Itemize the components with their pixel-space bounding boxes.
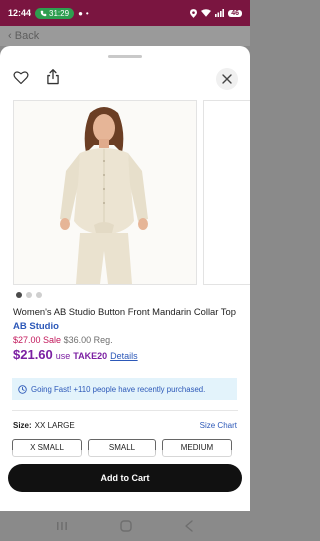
back-icon[interactable] [184, 520, 194, 532]
add-to-cart-button[interactable]: Add to Cart [8, 464, 242, 492]
carousel-dot[interactable] [26, 292, 32, 298]
size-label: Size: [13, 421, 32, 430]
phone-icon [40, 10, 47, 16]
status-icons: 46 [190, 8, 242, 18]
cta-footer: Add to Cart [0, 450, 250, 511]
share-button[interactable] [44, 68, 62, 86]
carousel-pagination [16, 292, 42, 298]
close-icon [222, 74, 232, 84]
product-quick-view-sheet: Women's AB Studio Button Front Mandarin … [0, 46, 250, 511]
promo-row: $21.60 use TAKE20 Details [13, 347, 239, 362]
size-chart-link[interactable]: Size Chart [200, 421, 237, 430]
sheet-actions [12, 68, 62, 86]
product-photo-next[interactable] [203, 100, 250, 285]
favorite-button[interactable] [12, 68, 30, 86]
call-timer: 31:29 [49, 8, 70, 18]
carousel-dot[interactable] [36, 292, 42, 298]
carousel-dot[interactable] [16, 292, 22, 298]
close-button[interactable] [216, 68, 238, 90]
promo-use-text: use [55, 350, 71, 361]
background-page: ‹ Back [0, 26, 250, 46]
status-time: 12:44 [8, 8, 32, 18]
back-link[interactable]: ‹ Back [8, 30, 39, 42]
heart-icon [13, 70, 29, 84]
sale-price: $27.00 Sale [13, 334, 62, 345]
selected-size: XX LARGE [34, 421, 75, 430]
drag-handle[interactable] [108, 55, 142, 58]
back-label: Back [14, 30, 40, 42]
price-row: $27.00 Sale $36.00 Reg. [13, 335, 239, 345]
system-nav-bar [0, 511, 250, 541]
signal-icon [215, 9, 225, 17]
call-indicator[interactable]: 31:29 [35, 7, 75, 19]
home-icon[interactable] [120, 520, 132, 532]
going-fast-banner: Going Fast! +110 people have recently pu… [12, 378, 237, 400]
product-image-carousel[interactable] [13, 100, 250, 285]
divider [12, 410, 238, 411]
product-info: Women's AB Studio Button Front Mandarin … [13, 306, 239, 362]
product-title: Women's AB Studio Button Front Mandarin … [13, 306, 236, 317]
notification-icon: ● [78, 8, 83, 18]
going-fast-text: Going Fast! +110 people have recently pu… [31, 384, 206, 394]
brand-link[interactable]: AB Studio [13, 321, 239, 332]
recent-apps-icon[interactable] [56, 521, 68, 531]
share-icon [47, 69, 59, 85]
status-bar: 12:44 31:29 ● • 46 [0, 0, 250, 26]
wifi-icon [201, 9, 212, 17]
location-icon [190, 8, 198, 18]
promo-price: $21.60 [13, 346, 53, 362]
promo-details-link[interactable]: Details [110, 351, 138, 361]
battery-indicator: 46 [228, 9, 242, 17]
promo-code: TAKE20 [73, 350, 108, 361]
regular-price: $36.00 Reg. [63, 334, 113, 345]
model-photo-illustration [14, 101, 196, 284]
dot-icon: • [85, 8, 89, 18]
size-header: Size: XX LARGE Size Chart [13, 421, 237, 430]
clock-icon [18, 384, 27, 394]
product-photo[interactable] [13, 100, 197, 285]
